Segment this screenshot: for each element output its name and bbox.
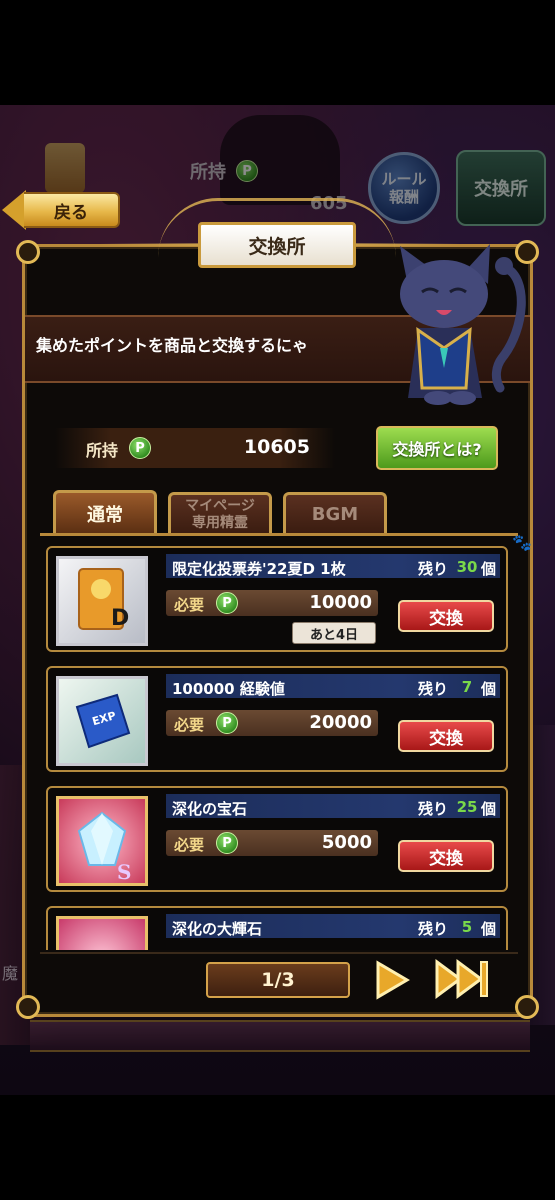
tab-mypage-spirit[interactable]: マイページ 専用精霊 xyxy=(168,492,272,534)
jewel-grade: S xyxy=(117,860,131,883)
exchange-button[interactable]: 交換 xyxy=(398,720,494,752)
panel-corner-ornament xyxy=(16,240,40,264)
cost-value: 10000 xyxy=(309,592,372,613)
exchange-button[interactable]: 交換 xyxy=(398,840,494,872)
remaining-count: 7 xyxy=(461,678,473,696)
point-icon: P xyxy=(216,832,238,854)
deadline-badge: あと4日 xyxy=(292,622,376,644)
list-item: D 限定化投票券'22夏D 1枚 残り 30 個 必要 P 10000 交換 あ… xyxy=(46,546,508,652)
tab-divider xyxy=(40,533,518,536)
list-item: EXP 100000 経験値 残り 7 個 必要 P 20000 交換 xyxy=(46,666,508,772)
remaining-label: 残り xyxy=(418,680,449,698)
remaining-count: 25 xyxy=(456,798,478,816)
remaining-count: 30 xyxy=(456,558,478,576)
cat-mascot-icon xyxy=(400,244,526,405)
panel-corner-ornament xyxy=(515,995,539,1019)
jewel-icon: S xyxy=(56,796,148,886)
page-indicator: 1/3 xyxy=(206,962,350,998)
remaining-label: 残り xyxy=(418,800,449,818)
owned-points-value: 10605 xyxy=(243,436,310,458)
remaining-unit: 個 xyxy=(481,680,497,698)
last-page-icon[interactable] xyxy=(434,958,490,1000)
item-name: 100000 経験値 xyxy=(172,680,285,698)
great-jewel-icon xyxy=(56,916,148,950)
remaining-label: 残り xyxy=(418,560,449,578)
item-name: 限定化投票券'22夏D 1枚 xyxy=(172,560,346,578)
pager-divider xyxy=(40,952,518,954)
cost-value: 20000 xyxy=(309,712,372,733)
cost-label: 必要 xyxy=(174,716,205,734)
tab-bgm[interactable]: BGM xyxy=(283,492,387,534)
about-exchange-button[interactable]: 交換所とは? xyxy=(376,426,498,470)
back-arrow-icon xyxy=(2,190,26,230)
list-item: 深化の大輝石 残り 5 個 必要 P 20000 交換 xyxy=(46,906,508,950)
point-icon: P xyxy=(216,592,238,614)
cost-label: 必要 xyxy=(174,596,205,614)
item-name: 深化の宝石 xyxy=(172,800,248,818)
remaining-label: 残り xyxy=(418,920,449,938)
panel-title: 交換所 xyxy=(198,222,356,268)
remaining-unit: 個 xyxy=(481,920,497,938)
item-name: 深化の大輝石 xyxy=(172,920,263,938)
back-button[interactable]: 戻る xyxy=(2,190,120,230)
next-page-icon[interactable] xyxy=(374,960,410,1000)
back-button-label: 戻る xyxy=(24,192,120,228)
cost-label: 必要 xyxy=(174,836,205,854)
panel-corner-ornament xyxy=(16,995,40,1019)
tab-normal[interactable]: 通常 xyxy=(53,490,157,534)
point-icon: P xyxy=(216,712,238,734)
owned-label: 所持 xyxy=(86,441,119,460)
point-icon: P xyxy=(129,437,151,459)
message-text: 集めたポイントを商品と交換するにゃ xyxy=(36,336,309,355)
remaining-unit: 個 xyxy=(481,800,497,818)
vote-ticket-icon: D xyxy=(56,556,148,646)
item-list[interactable]: D 限定化投票券'22夏D 1枚 残り 30 個 必要 P 10000 交換 あ… xyxy=(40,538,518,950)
remaining-unit: 個 xyxy=(481,560,497,578)
list-item: S 深化の宝石 残り 25 個 必要 P 5000 交換 xyxy=(46,786,508,892)
cost-value: 5000 xyxy=(321,832,372,853)
exp-book-icon: EXP xyxy=(56,676,148,766)
remaining-count: 5 xyxy=(461,918,473,936)
exchange-button[interactable]: 交換 xyxy=(398,600,494,632)
ticket-letter: D xyxy=(111,606,129,631)
